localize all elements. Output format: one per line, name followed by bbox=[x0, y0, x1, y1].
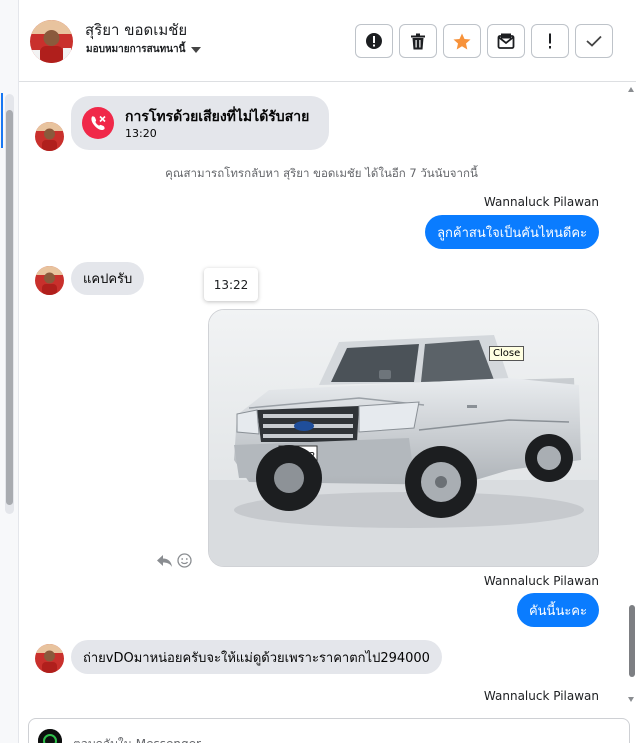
timestamp-tooltip: 13:22 bbox=[204, 268, 258, 301]
conversation-list-edge bbox=[0, 0, 19, 743]
missed-call-time: 13:20 bbox=[125, 127, 157, 140]
emoji-react-icon[interactable] bbox=[177, 553, 192, 568]
mark-done-button[interactable] bbox=[575, 24, 613, 58]
left-scrollbar-thumb[interactable] bbox=[6, 110, 13, 505]
checkmark-icon bbox=[586, 35, 602, 47]
exclamation-icon bbox=[549, 33, 551, 49]
message-composer[interactable] bbox=[28, 718, 630, 743]
incoming-message[interactable]: ถ่ายvDOมาหน่อยครับจะให้แม่ดูด้วยเพราะราค… bbox=[71, 640, 442, 674]
chevron-down-icon bbox=[191, 46, 202, 53]
contact-avatar-small[interactable] bbox=[35, 122, 64, 151]
spam-mail-icon bbox=[497, 33, 515, 49]
thread-scrollbar-thumb[interactable] bbox=[629, 605, 635, 677]
reply-input[interactable] bbox=[73, 734, 593, 743]
missed-call-card[interactable]: การโทรด้วยเสียงที่ไม่ได้รับสาย 13:20 bbox=[71, 96, 329, 150]
missed-call-title: การโทรด้วยเสียงที่ไม่ได้รับสาย bbox=[125, 109, 310, 125]
star-icon bbox=[453, 33, 471, 49]
follow-up-button[interactable] bbox=[531, 24, 569, 58]
message-thread[interactable]: การโทรด้วยเสียงที่ไม่ได้รับสาย 13:20 คุณ… bbox=[19, 83, 624, 713]
assign-label: มอบหมายการสนทนานี้ bbox=[86, 44, 186, 55]
delete-button[interactable] bbox=[399, 24, 437, 58]
exclamation-circle-icon bbox=[366, 33, 382, 49]
callback-notice: คุณสามารถโทรกลับหา สุริยา ขอดเมชัย ได้ใน… bbox=[165, 166, 478, 180]
contact-avatar-small[interactable] bbox=[35, 644, 64, 673]
page-avatar bbox=[38, 729, 62, 743]
message-reactions bbox=[156, 553, 192, 568]
sender-name: Wannaluck Pilawan bbox=[483, 689, 599, 703]
sender-name: Wannaluck Pilawan bbox=[483, 574, 599, 588]
star-button[interactable] bbox=[443, 24, 481, 58]
outgoing-message[interactable]: คันนี้นะคะ bbox=[516, 593, 599, 627]
trash-icon bbox=[411, 33, 425, 49]
scroll-down-arrow-icon[interactable] bbox=[628, 697, 634, 702]
contact-avatar[interactable] bbox=[30, 20, 73, 63]
conversation-header: สุริยา ขอดเมชัย มอบหมายการสนทนานี้ bbox=[19, 0, 636, 82]
reply-icon[interactable] bbox=[156, 554, 173, 568]
header-actions bbox=[355, 24, 613, 58]
close-tooltip: Close bbox=[489, 346, 525, 361]
contact-name[interactable]: สุริยา ขอดเมชัย bbox=[85, 18, 187, 42]
incoming-message[interactable]: แคปครับ bbox=[71, 262, 145, 295]
mark-important-button[interactable] bbox=[355, 24, 393, 58]
sender-name: Wannaluck Pilawan bbox=[483, 195, 599, 209]
mark-as-spam-button[interactable] bbox=[487, 24, 525, 58]
assign-conversation-dropdown[interactable]: มอบหมายการสนทนานี้ bbox=[86, 42, 202, 57]
thread-scrollbar[interactable] bbox=[626, 83, 636, 713]
selected-indicator bbox=[1, 93, 3, 148]
outgoing-message[interactable]: ลูกค้าสนใจเป็นคันไหนดีคะ bbox=[425, 215, 599, 249]
car-photo-attachment[interactable]: ผค 552 bbox=[208, 309, 599, 567]
missed-call-icon bbox=[82, 107, 114, 139]
contact-avatar-small[interactable] bbox=[35, 266, 64, 295]
scroll-up-arrow-icon[interactable] bbox=[628, 87, 634, 92]
inbox-window: สุริยา ขอดเมชัย มอบหมายการสนทนานี้ การโท… bbox=[0, 0, 636, 743]
